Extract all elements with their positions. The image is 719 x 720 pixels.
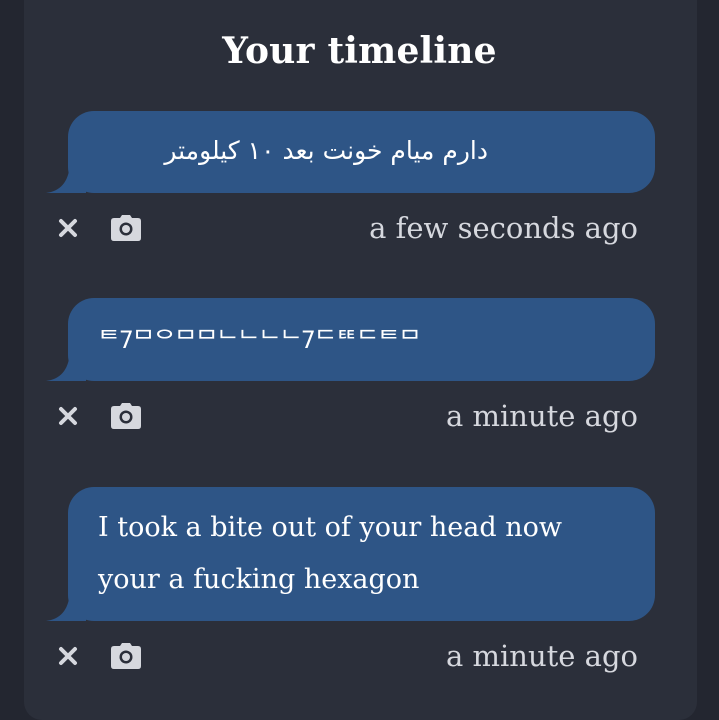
close-icon (59, 647, 77, 665)
page-title: Your timeline (222, 30, 497, 72)
message-text: دارم میام خونت بعد ۱۰ کیلومتر (164, 136, 488, 165)
timestamp: a minute ago (446, 399, 638, 433)
camera-button[interactable] (110, 400, 142, 432)
camera-icon (111, 215, 141, 241)
camera-button[interactable] (110, 640, 142, 672)
close-icon (59, 219, 77, 237)
message-text: I took a bite out of your head now your … (98, 512, 562, 595)
delete-button[interactable] (52, 640, 84, 672)
message-bubble: ᄐ7ᄆᄋᄆᄆᄂᄂᄂᄂ7ᄃᄐᄐᄃᄐᄆ (68, 298, 655, 381)
camera-button[interactable] (110, 212, 142, 244)
delete-button[interactable] (52, 212, 84, 244)
delete-button[interactable] (52, 400, 84, 432)
camera-icon (111, 403, 141, 429)
timestamp: a minute ago (446, 639, 638, 673)
message-meta: a minute ago (52, 396, 638, 436)
message-meta: a minute ago (52, 636, 638, 676)
camera-icon (111, 643, 141, 669)
close-icon (59, 407, 77, 425)
message-meta: a few seconds ago (52, 208, 638, 248)
timestamp: a few seconds ago (369, 211, 638, 245)
message-bubble: دارم میام خونت بعد ۱۰ کیلومتر (68, 111, 655, 193)
message-text: ᄐ7ᄆᄋᄆᄆᄂᄂᄂᄂ7ᄃᄐᄐᄃᄐᄆ (98, 326, 421, 354)
message-bubble: I took a bite out of your head now your … (68, 487, 655, 621)
